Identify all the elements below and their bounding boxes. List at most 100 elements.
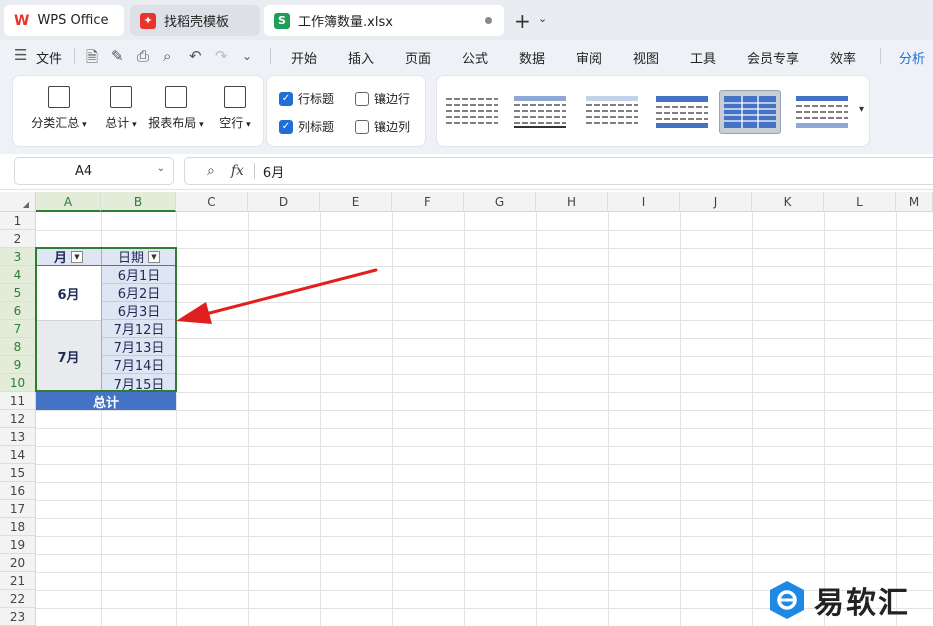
menu-hamburger-icon[interactable]: ☰	[14, 46, 27, 64]
filter-dropdown-icon[interactable]: ▼	[71, 250, 83, 263]
pivot-header-date[interactable]: 日期 ▼	[101, 248, 176, 266]
row-header-13[interactable]: 13	[0, 428, 36, 446]
row-header-4[interactable]: 4	[0, 266, 36, 284]
row-header-6[interactable]: 6	[0, 302, 36, 320]
pivot-grand-total[interactable]: 总计	[36, 392, 176, 411]
row-header-3[interactable]: 3	[0, 248, 36, 266]
menu-tools[interactable]: 工具	[690, 48, 716, 67]
row-header-15[interactable]: 15	[0, 464, 36, 482]
row-header-18[interactable]: 18	[0, 518, 36, 536]
menu-file[interactable]: 文件	[36, 48, 62, 67]
row-header-17[interactable]: 17	[0, 500, 36, 518]
menu-view[interactable]: 视图	[633, 48, 659, 67]
pivot-header-month[interactable]: 月 ▼	[36, 248, 101, 266]
pivot-style-6[interactable]	[791, 90, 853, 134]
fx-icon[interactable]: fx	[231, 163, 244, 179]
column-header-i[interactable]: I	[608, 192, 680, 212]
pivot-date-cell[interactable]: 7月15日	[101, 374, 176, 393]
tab-list-chevron-icon[interactable]: ⌄	[538, 12, 547, 25]
formula-input[interactable]: ⌕ fx 6月	[184, 157, 933, 185]
undo-icon[interactable]: ↶	[189, 47, 202, 65]
spreadsheet-grid[interactable]: ◢ A B C D E F G H I J K L M 1 2 3 4 5 6 …	[0, 192, 933, 626]
pivot-style-4[interactable]	[651, 90, 713, 134]
pivot-date-cell[interactable]: 6月3日	[101, 302, 176, 320]
row-header-9[interactable]: 9	[0, 356, 36, 374]
format-painter-icon[interactable]: ✎	[111, 47, 124, 65]
row-header-12[interactable]: 12	[0, 410, 36, 428]
row-headers-checkbox[interactable]: ✓ 行标题	[279, 90, 334, 107]
pivot-month-july[interactable]: 7月	[36, 320, 101, 392]
menu-page[interactable]: 页面	[405, 48, 431, 67]
row-header-1[interactable]: 1	[0, 212, 36, 230]
column-header-b[interactable]: B	[101, 192, 176, 212]
gallery-more-chevron-icon[interactable]: ▾	[859, 104, 864, 115]
checkbox-box-icon	[355, 91, 369, 106]
column-header-f[interactable]: F	[392, 192, 464, 212]
row-header-20[interactable]: 20	[0, 554, 36, 572]
menu-formula[interactable]: 公式	[462, 48, 488, 67]
grand-total-button[interactable]: 总计 ▾	[99, 86, 143, 131]
pivot-style-3[interactable]	[581, 90, 643, 134]
zoom-icon[interactable]: ⌕	[207, 163, 215, 179]
menu-efficiency[interactable]: 效率	[830, 48, 856, 67]
column-header-e[interactable]: E	[320, 192, 392, 212]
tab-workbook[interactable]: S 工作簿数量.xlsx	[264, 5, 504, 36]
menu-member[interactable]: 会员专享	[747, 48, 799, 67]
row-header-14[interactable]: 14	[0, 446, 36, 464]
unsaved-dot-icon[interactable]	[485, 17, 492, 24]
redo-icon[interactable]: ↷	[215, 47, 228, 65]
blank-rows-button[interactable]: 空行 ▾	[215, 86, 255, 131]
quick-access-chevron-icon[interactable]: ⌄	[242, 49, 252, 63]
pivot-date-cell[interactable]: 7月13日	[101, 338, 176, 356]
pivot-date-cell[interactable]: 7月12日	[101, 320, 176, 338]
pivot-month-june[interactable]: 6月	[36, 266, 101, 320]
column-header-l[interactable]: L	[824, 192, 896, 212]
menu-insert[interactable]: 插入	[348, 48, 374, 67]
menu-analyze[interactable]: 分析	[899, 48, 925, 67]
row-header-8[interactable]: 8	[0, 338, 36, 356]
print-icon[interactable]: ⎙	[137, 47, 149, 65]
print-preview-icon[interactable]: ⌕	[163, 47, 171, 65]
select-all-corner[interactable]: ◢	[0, 192, 36, 212]
row-header-16[interactable]: 16	[0, 482, 36, 500]
filter-dropdown-icon[interactable]: ▼	[148, 250, 160, 263]
report-layout-button[interactable]: 报表布局 ▾	[145, 86, 207, 131]
column-header-g[interactable]: G	[464, 192, 536, 212]
save-icon[interactable]: 🗎	[86, 47, 98, 72]
menu-review[interactable]: 审阅	[576, 48, 602, 67]
pivot-style-2[interactable]	[509, 90, 571, 134]
column-header-h[interactable]: H	[536, 192, 608, 212]
row-header-11[interactable]: 11	[0, 392, 36, 410]
tab-wps-office[interactable]: W WPS Office	[4, 5, 124, 36]
pivot-date-cell[interactable]: 7月14日	[101, 356, 176, 374]
new-tab-plus-icon[interactable]: +	[514, 9, 531, 33]
pivot-date-cell[interactable]: 6月2日	[101, 284, 176, 302]
row-header-2[interactable]: 2	[0, 230, 36, 248]
row-header-5[interactable]: 5	[0, 284, 36, 302]
row-header-21[interactable]: 21	[0, 572, 36, 590]
column-header-j[interactable]: J	[680, 192, 752, 212]
row-header-19[interactable]: 19	[0, 536, 36, 554]
row-header-7[interactable]: 7	[0, 320, 36, 338]
column-header-c[interactable]: C	[176, 192, 248, 212]
row-header-10[interactable]: 10	[0, 374, 36, 392]
column-header-d[interactable]: D	[248, 192, 320, 212]
wps-logo-icon: W	[14, 12, 30, 29]
row-header-23[interactable]: 23	[0, 608, 36, 626]
row-header-22[interactable]: 22	[0, 590, 36, 608]
name-box[interactable]: A4 ⌄	[14, 157, 174, 185]
banded-columns-checkbox[interactable]: 镶边列	[355, 118, 410, 135]
menu-data[interactable]: 数据	[519, 48, 545, 67]
tab-template[interactable]: ✦ 找稻壳模板	[130, 5, 260, 36]
column-headers-checkbox[interactable]: ✓ 列标题	[279, 118, 334, 135]
column-header-k[interactable]: K	[752, 192, 824, 212]
subtotal-button[interactable]: 分类汇总 ▾	[29, 86, 89, 131]
pivot-style-5-selected[interactable]	[719, 90, 781, 134]
column-header-m[interactable]: M	[896, 192, 933, 212]
column-header-a[interactable]: A	[36, 192, 101, 212]
pivot-style-1[interactable]	[441, 90, 503, 134]
pivot-date-cell[interactable]: 6月1日	[101, 266, 176, 284]
chevron-down-icon[interactable]: ⌄	[157, 163, 165, 174]
menu-start[interactable]: 开始	[291, 48, 317, 67]
banded-rows-checkbox[interactable]: 镶边行	[355, 90, 410, 107]
